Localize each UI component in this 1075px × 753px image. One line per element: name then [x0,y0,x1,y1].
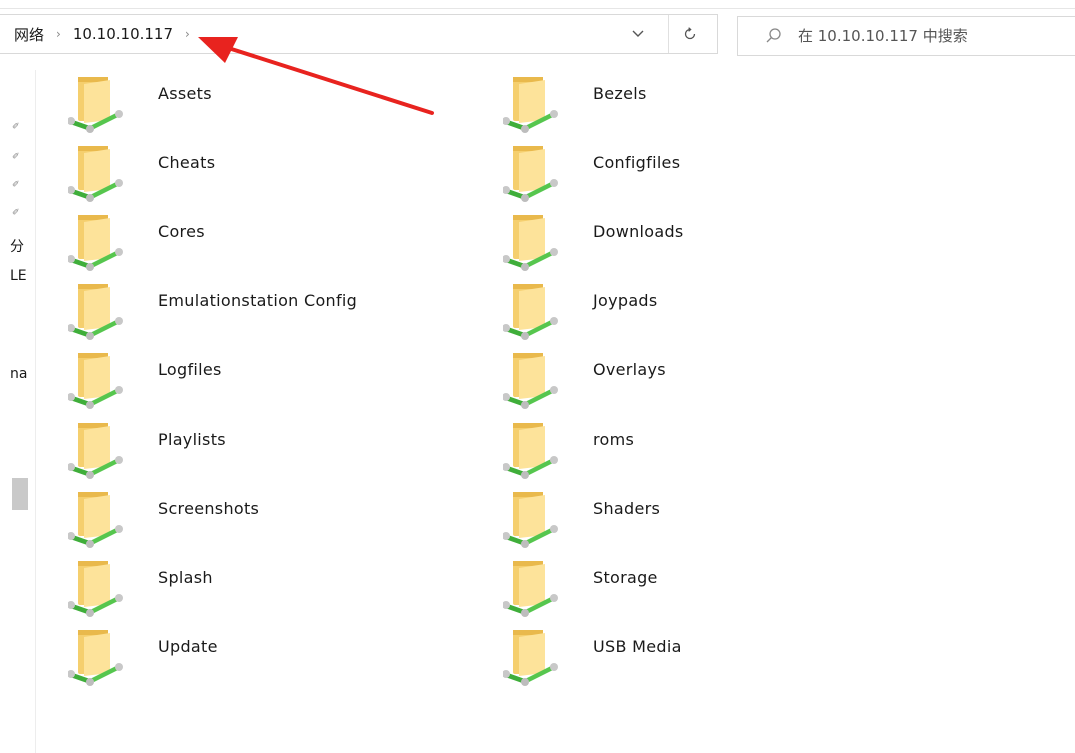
refresh-button[interactable] [668,15,710,53]
network-folder-icon [503,77,558,133]
network-folder-icon [68,146,123,202]
folder-name: Downloads [593,222,684,241]
folder-name: Joypads [593,291,658,310]
folder-name: Cheats [158,153,216,172]
folder-item[interactable]: Shaders [503,489,903,549]
network-folder-icon [68,215,123,271]
network-folder-icon [503,284,558,340]
pin-icon[interactable]: ✐ [12,208,20,218]
folder-item[interactable]: USB Media [503,627,903,687]
nav-pane-scrollbar[interactable] [12,478,28,510]
breadcrumb-chevron-icon[interactable]: › [185,27,190,41]
folder-name: Configfiles [593,153,681,172]
folder-item[interactable]: Storage [503,558,903,618]
folder-item[interactable]: Playlists [68,420,468,480]
folder-item[interactable]: Overlays [503,350,903,410]
search-icon [766,28,781,43]
address-history-dropdown[interactable] [620,15,656,53]
search-input[interactable] [798,17,1058,55]
pin-icon[interactable]: ✐ [12,180,20,190]
folder-name: USB Media [593,637,682,656]
network-folder-icon [68,353,123,409]
folder-name: Overlays [593,360,666,379]
chevron-down-icon [632,30,644,37]
network-folder-icon [68,284,123,340]
folder-item[interactable]: Cores [68,212,468,272]
search-box[interactable] [737,16,1075,56]
nav-item-partial[interactable]: LE [10,268,27,284]
folder-item[interactable]: Joypads [503,281,903,341]
folder-name: Emulationstation Config [158,291,358,310]
folder-item[interactable]: Assets [68,74,468,134]
folder-item[interactable]: Downloads [503,212,903,272]
folder-item[interactable]: Cheats [68,143,468,203]
network-folder-icon [503,561,558,617]
breadcrumb-host[interactable]: 10.10.10.117 [73,25,173,43]
folder-name: Storage [593,568,658,587]
window-top-rule [0,8,1075,9]
network-folder-icon [503,630,558,686]
network-folder-icon [503,423,558,479]
network-folder-icon [503,353,558,409]
folder-item[interactable]: Configfiles [503,143,903,203]
folder-name: Logfiles [158,360,222,379]
nav-item-partial[interactable]: 分 [10,236,24,256]
folder-item[interactable]: Emulationstation Config [68,281,468,341]
folder-name: Cores [158,222,205,241]
folder-item[interactable]: Logfiles [68,350,468,410]
address-bar[interactable]: 网络 › 10.10.10.117 › [0,14,718,54]
folder-name: Playlists [158,430,226,449]
folder-name: Splash [158,568,213,587]
pin-icon[interactable]: ✐ [12,122,20,132]
folder-name: Assets [158,84,212,103]
folder-name: Screenshots [158,499,260,518]
network-folder-icon [68,423,123,479]
network-folder-icon [68,492,123,548]
folder-name: Update [158,637,218,656]
folder-item[interactable]: Screenshots [68,489,468,549]
breadcrumb-network[interactable]: 网络 [14,24,44,45]
refresh-icon [684,27,695,40]
folder-item[interactable]: Update [68,627,468,687]
network-folder-icon [68,561,123,617]
folder-name: Bezels [593,84,647,103]
breadcrumb-chevron-icon[interactable]: › [56,27,61,41]
folder-item[interactable]: roms [503,420,903,480]
nav-item-partial[interactable]: na [10,366,27,382]
folder-name: roms [593,430,635,449]
network-folder-icon [68,630,123,686]
folder-item[interactable]: Splash [68,558,468,618]
folder-item[interactable]: Bezels [503,74,903,134]
network-folder-icon [503,146,558,202]
folder-name: Shaders [593,499,661,518]
network-folder-icon [503,492,558,548]
network-folder-icon [68,77,123,133]
breadcrumb: 网络 › 10.10.10.117 › [14,15,202,53]
network-folder-icon [503,215,558,271]
pin-icon[interactable]: ✐ [12,152,20,162]
navigation-pane: ✐ ✐ ✐ ✐ 分 LE na [0,70,36,753]
